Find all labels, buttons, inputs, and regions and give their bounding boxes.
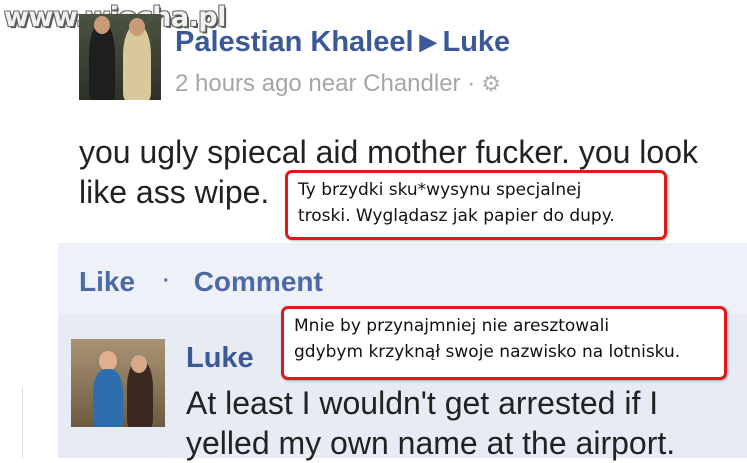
comment-text-line: At least I wouldn't get arrested if I xyxy=(186,385,659,421)
comment-author-avatar[interactable] xyxy=(71,339,165,427)
translation-line: Ty brzydki sku*wysynu specjalnej xyxy=(298,180,582,200)
post-author-name[interactable]: Palestian Khaleel xyxy=(175,26,414,58)
translation-line: Mnie by przynajmniej nie aresztowali xyxy=(294,316,610,336)
gear-icon[interactable]: ⚙ xyxy=(481,71,501,96)
post-timestamp[interactable]: 2 hours ago near Chandler · xyxy=(175,70,475,97)
left-page-edge xyxy=(0,388,23,458)
like-button[interactable]: Like xyxy=(79,266,135,297)
comment-body: At least I wouldn't get arrested if I ye… xyxy=(186,383,726,463)
post-target-name[interactable]: Luke xyxy=(442,26,510,58)
post-text-line: you ugly spiecal aid mother fucker. you … xyxy=(79,134,698,170)
translation-line: troski. Wyglądasz jak papier do dupy. xyxy=(298,206,615,226)
comment-button[interactable]: Comment xyxy=(194,266,323,297)
post-actions: Like · Comment xyxy=(79,266,323,298)
triangle-right-icon: ▶ xyxy=(419,29,437,54)
post-translation-annotation: Ty brzydki sku*wysynu specjalnej troski.… xyxy=(285,170,667,240)
post-author-avatar[interactable] xyxy=(79,14,161,100)
comment-translation-annotation: Mnie by przynajmniej nie aresztowali gdy… xyxy=(281,306,727,380)
post-meta: 2 hours ago near Chandler · ⚙ xyxy=(175,70,501,98)
translation-line: gdybym krzyknął swoje nazwisko na lotnis… xyxy=(294,342,681,362)
post-header: Palestian Khaleel ▶ Luke xyxy=(175,26,510,59)
action-separator: · xyxy=(163,270,170,292)
comment-author-name[interactable]: Luke xyxy=(186,342,254,375)
comment-text-line: yelled my own name at the airport. xyxy=(186,425,676,461)
